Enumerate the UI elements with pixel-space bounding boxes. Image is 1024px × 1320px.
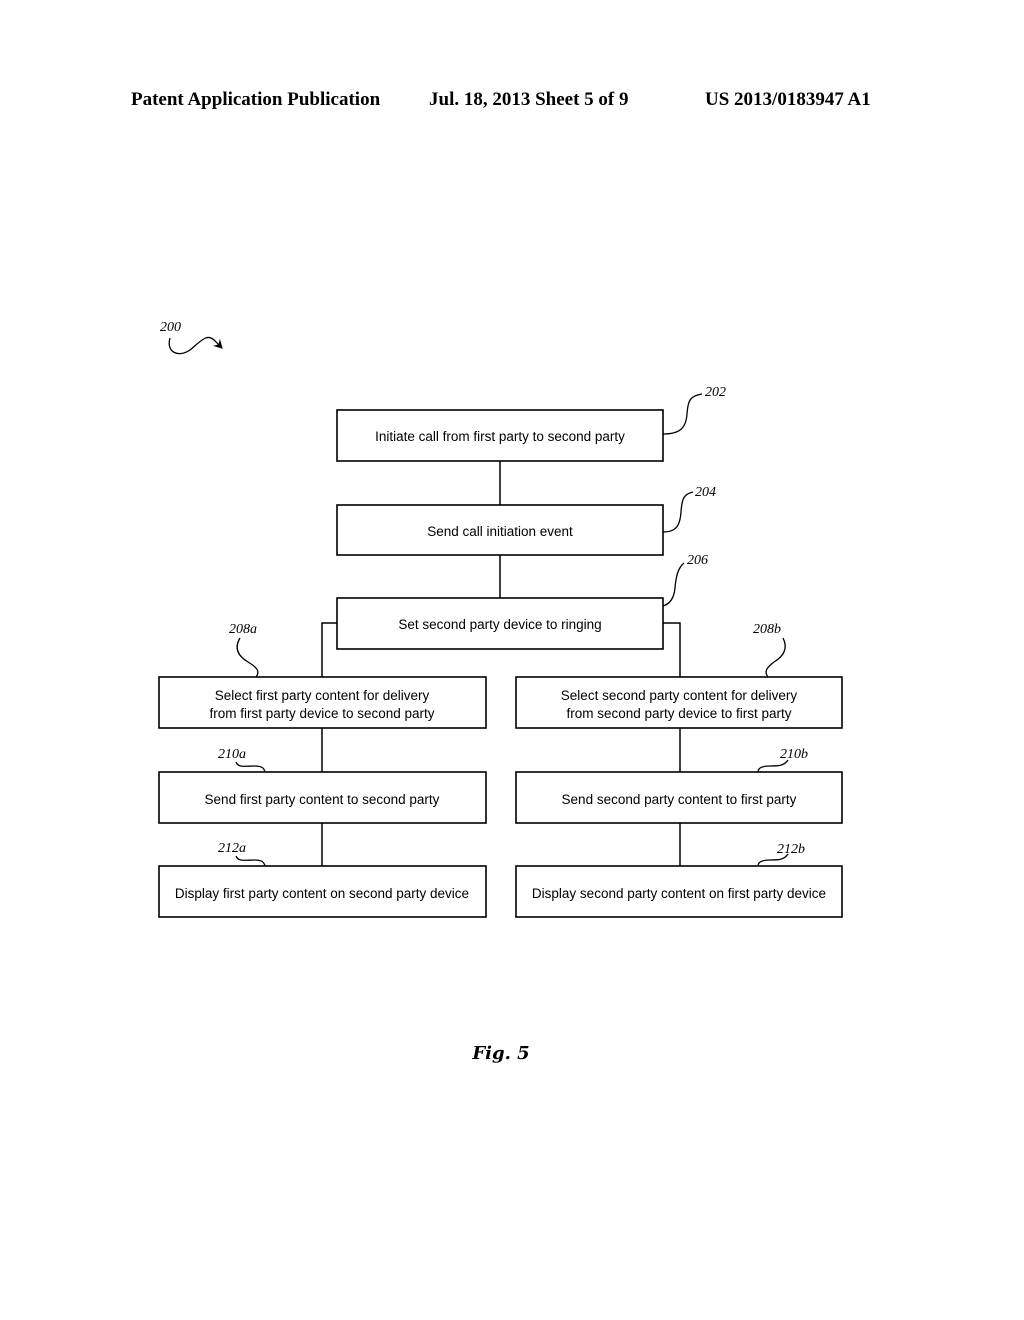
- step-210b-ref: 210b: [780, 747, 808, 762]
- step-206-leader: [662, 562, 685, 607]
- step-202-ref: 202: [705, 385, 726, 400]
- step-202: Initiate call from first party to second…: [336, 385, 726, 462]
- step-202-leader: [662, 393, 703, 435]
- step-208b-text-line2: from second party device to first party: [566, 706, 791, 721]
- step-202-text: Initiate call from first party to second…: [375, 429, 625, 444]
- step-212a-text: Display first party content on second pa…: [175, 886, 469, 901]
- step-210a-text: Send first party content to second party: [205, 792, 440, 807]
- step-212a-ref: 212a: [218, 841, 246, 856]
- step-212b-text: Display second party content on first pa…: [532, 886, 826, 901]
- flowchart: 200 Initiate call from first party to se…: [158, 320, 843, 1064]
- step-212b: Display second party content on first pa…: [515, 842, 843, 918]
- connector-206-208a: [321, 622, 337, 677]
- step-204-ref: 204: [695, 485, 716, 500]
- step-210a-leader: [235, 761, 266, 773]
- figure-ref-arrow: [168, 336, 223, 355]
- step-204: Send call initiation event 204: [336, 485, 716, 556]
- step-206-ref: 206: [687, 553, 708, 568]
- step-208a-text-line2: from first party device to second party: [209, 706, 434, 721]
- step-208b-text-line1: Select second party content for delivery: [561, 688, 798, 703]
- step-204-text: Send call initiation event: [427, 524, 573, 539]
- connector-206-208b: [663, 622, 681, 677]
- step-208a-text-line1: Select first party content for delivery: [215, 688, 430, 703]
- step-208b-ref: 208b: [753, 622, 781, 637]
- step-206: Set second party device to ringing 206: [336, 553, 708, 650]
- step-208b-leader: [765, 637, 786, 678]
- figure-caption: Fig. 5: [471, 1043, 529, 1064]
- step-208a-ref: 208a: [229, 622, 257, 637]
- step-204-leader: [662, 491, 694, 533]
- step-212a-leader: [235, 855, 266, 867]
- step-206-text: Set second party device to ringing: [398, 617, 601, 632]
- step-210a-ref: 210a: [218, 747, 246, 762]
- step-208a-leader: [236, 637, 259, 678]
- figure-ref-label: 200: [160, 320, 181, 335]
- step-210b-text: Send second party content to first party: [562, 792, 797, 807]
- step-210b: Send second party content to first party…: [515, 747, 843, 824]
- step-212b-ref: 212b: [777, 842, 805, 857]
